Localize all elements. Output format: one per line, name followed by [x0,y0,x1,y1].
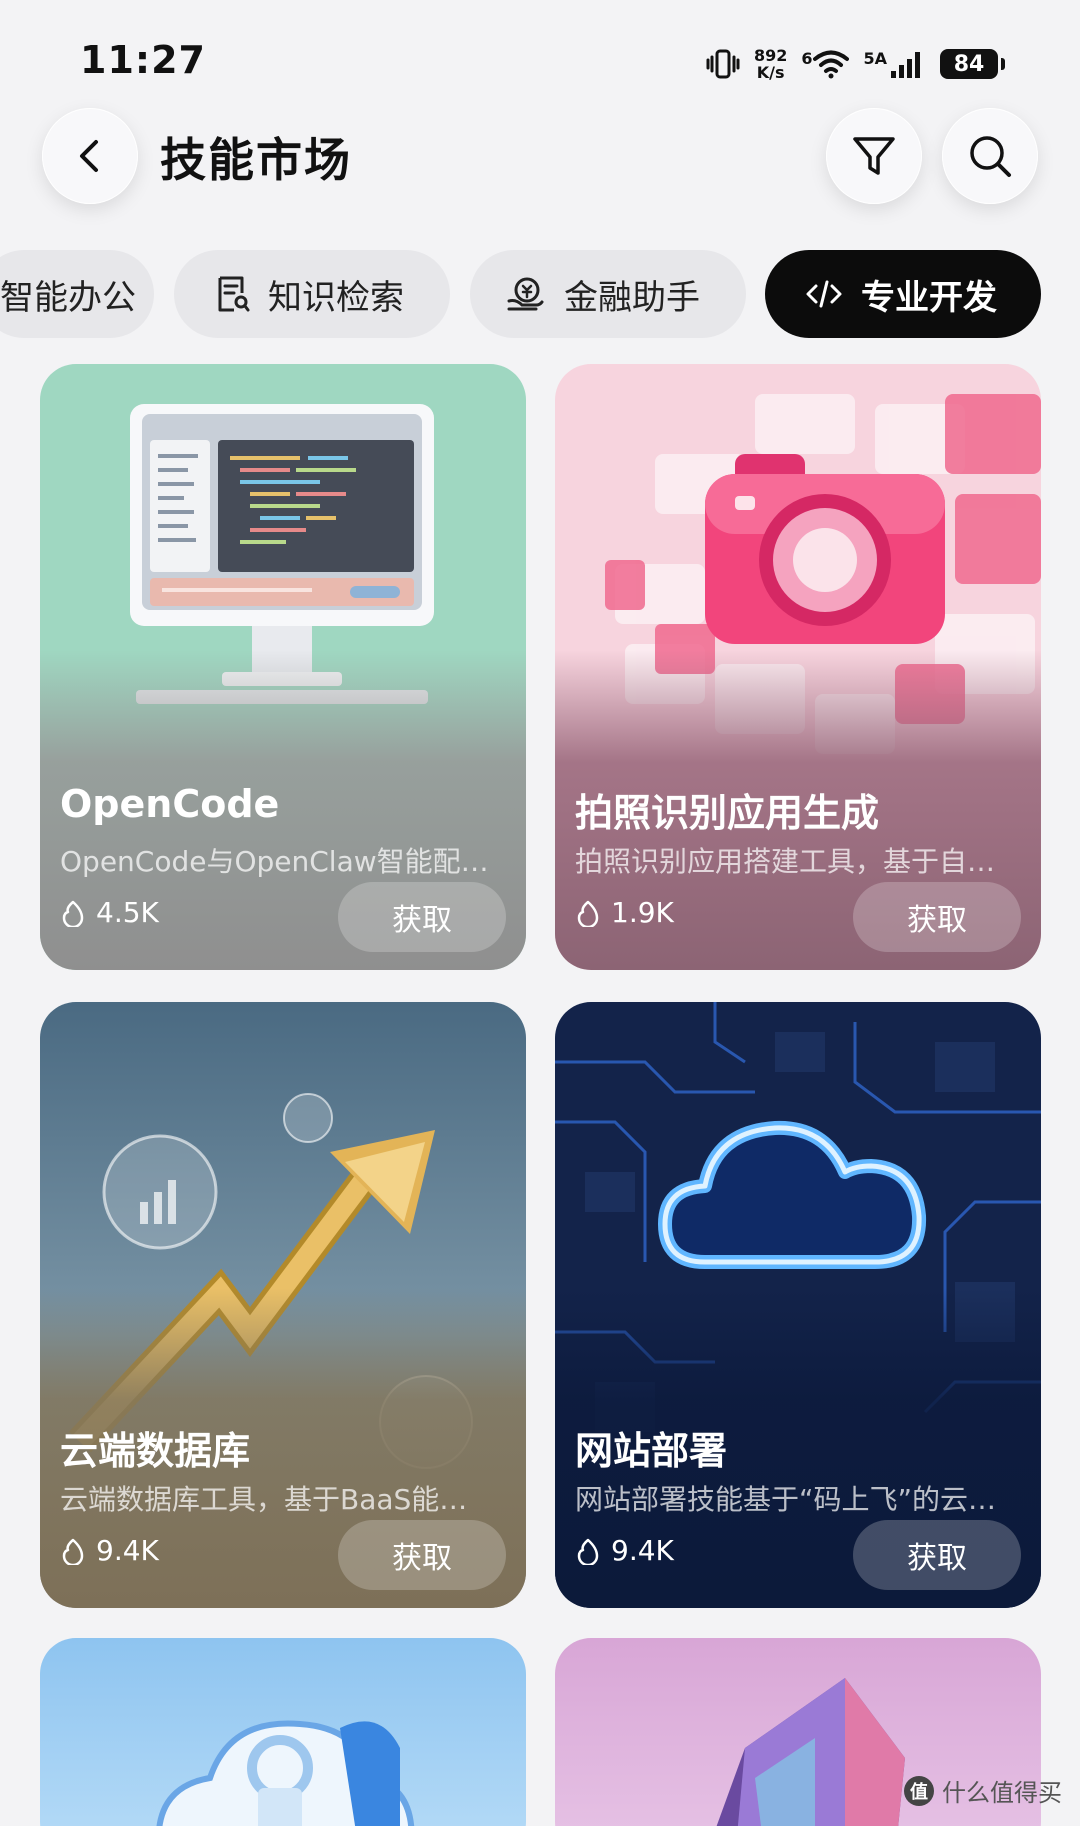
usage-count: 9.4K [575,1534,674,1567]
flame-icon [62,1538,84,1565]
watermark-logo: 值 [904,1775,934,1806]
card-description: 拍照识别应用搭建工具，基于自… [575,845,996,878]
usage-count: 4.5K [60,896,159,929]
usage-count-value: 4.5K [96,896,159,929]
tab-smart-office[interactable]: 智能办公 [0,250,154,338]
get-button[interactable]: 获取 [853,1520,1021,1590]
watermark-text: 什么值得买 [942,1779,1062,1807]
skill-card-partial-cloud-lock[interactable] [40,1638,526,1826]
card-title: 云端数据库 [60,1429,251,1473]
back-button[interactable] [42,108,138,204]
get-button[interactable]: 获取 [853,882,1021,952]
wifi-icon [813,50,850,79]
flame-icon [62,900,84,927]
network-speed-value: 892 [753,46,788,65]
cell-label: 5A [863,49,887,68]
signal-icon [891,52,920,78]
page-title: 技能市场 [160,133,352,187]
status-icons: 892 K/s 6 5A 84 [706,44,1005,84]
card-title: 拍照识别应用生成 [575,791,880,835]
filter-icon [853,137,895,175]
skill-card-opencode[interactable]: OpenCode OpenCode与OpenClaw智能配… 4.5K 获取 [40,364,526,970]
status-time: 11:27 [80,38,206,82]
usage-count: 1.9K [575,896,674,929]
chevron-left-icon [80,140,98,172]
network-speed-unit: K/s [756,63,785,82]
money-hand-icon [507,277,544,311]
tab-label: 智能办公 [0,277,136,318]
filter-button[interactable] [826,108,922,204]
get-button[interactable]: 获取 [338,882,506,952]
card-title: 网站部署 [575,1429,728,1473]
battery-indicator: 84 [940,49,1005,79]
usage-count-value: 1.9K [611,896,674,929]
search-icon [970,136,1011,177]
tab-label: 金融助手 [564,277,700,318]
card-title: OpenCode [60,782,280,826]
flame-icon [577,1538,599,1565]
usage-count-value: 9.4K [96,1534,159,1567]
blue-cloud-lock-illustration [156,1720,415,1826]
usage-count: 9.4K [60,1534,159,1567]
usage-count-value: 9.4K [611,1534,674,1567]
card-description: 云端数据库工具，基于BaaS能… [60,1483,468,1516]
search-button[interactable] [942,108,1038,204]
wifi-indicator: 6 [801,49,850,79]
watermark: 值 什么值得买 [904,1773,1062,1808]
get-button[interactable]: 获取 [338,1520,506,1590]
network-speed: 892 K/s [754,47,787,81]
skill-card-website-deploy[interactable]: 网站部署 网站部署技能基于“码上飞”的云… 9.4K 获取 [555,1002,1041,1608]
vibrate-icon [706,49,740,79]
flame-icon [577,900,599,927]
wifi-label: 6 [801,49,813,68]
cell-signal: 5A [863,49,926,79]
tab-knowledge-search[interactable]: 知识检索 [174,250,450,338]
skill-card-photo-app[interactable]: 拍照识别应用生成 拍照识别应用搭建工具，基于自… 1.9K 获取 [555,364,1041,970]
tab-label: 知识检索 [268,277,404,318]
tab-label: 专业开发 [861,277,997,318]
tab-professional-dev[interactable]: 专业开发 [765,250,1041,338]
tab-finance-assistant[interactable]: 金融助手 [470,250,746,338]
skill-card-cloud-database[interactable]: 云端数据库 云端数据库工具，基于BaaS能… 9.4K 获取 [40,1002,526,1608]
status-bar: 11:27 892 K/s 6 5A 84 [0,0,1080,110]
code-icon [806,280,842,308]
document-search-icon [218,276,250,312]
card-description: 网站部署技能基于“码上飞”的云… [575,1483,997,1516]
card-description: OpenCode与OpenClaw智能配… [60,845,489,878]
